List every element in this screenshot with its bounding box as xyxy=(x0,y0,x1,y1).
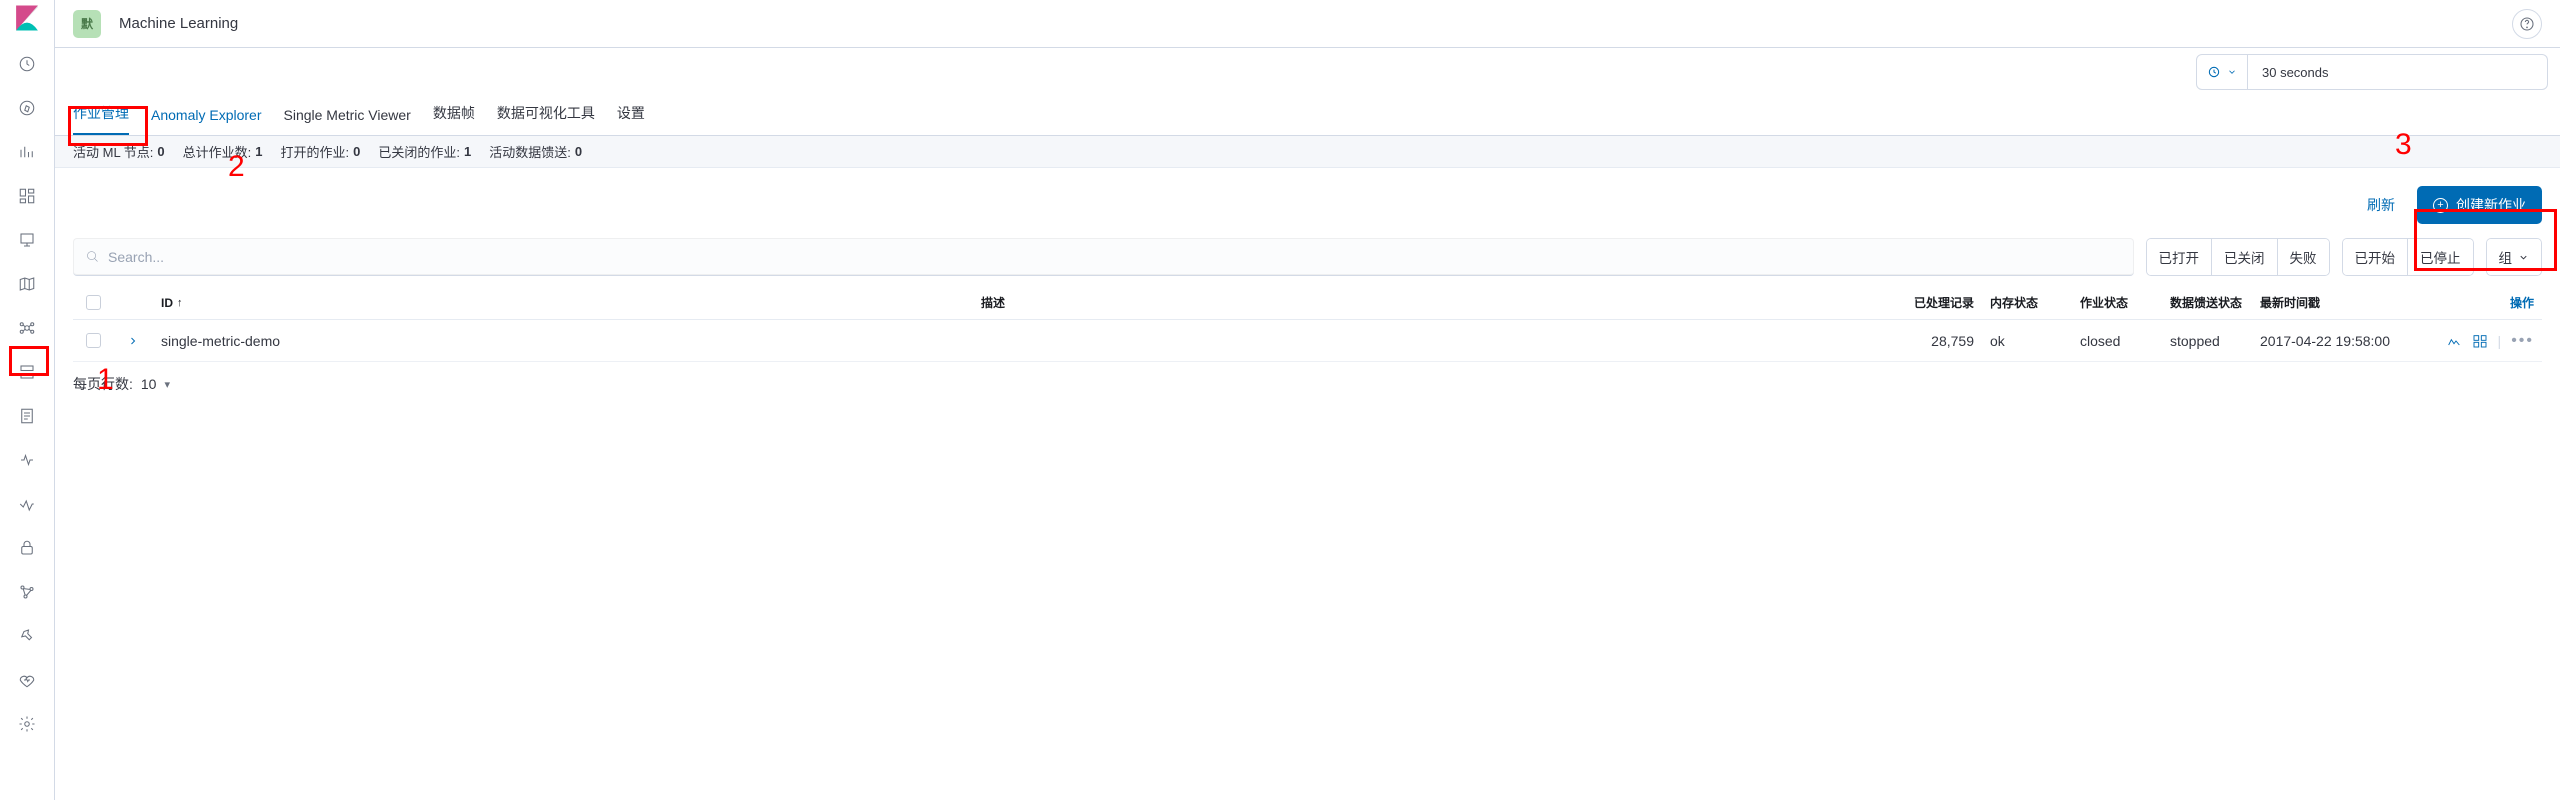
tab-settings[interactable]: 设置 xyxy=(617,103,645,135)
col-ops: 操作 xyxy=(2422,294,2542,311)
chevron-down-icon xyxy=(2518,252,2529,263)
sort-asc-icon: ↑ xyxy=(177,297,183,309)
chevron-down-icon[interactable]: ▾ xyxy=(164,378,170,391)
stat-active-nodes-label: 活动 ML 节点: xyxy=(73,142,153,161)
space-badge[interactable]: 默 xyxy=(73,10,101,38)
refresh-row: 30 seconds xyxy=(55,48,2560,96)
nav-siem-icon[interactable] xyxy=(7,528,47,568)
row-feedstate: stopped xyxy=(2162,333,2252,349)
top-bar: 默 Machine Learning xyxy=(55,0,2560,48)
filter-closed[interactable]: 已关闭 xyxy=(2212,239,2278,275)
filter-opened[interactable]: 已打开 xyxy=(2147,239,2213,275)
help-icon[interactable] xyxy=(2512,9,2542,39)
col-mem[interactable]: 内存状态 xyxy=(1982,294,2072,311)
tab-data-frames[interactable]: 数据帧 xyxy=(433,103,475,135)
stat-open-jobs-label: 打开的作业: xyxy=(281,142,350,161)
nav-dashboard-icon[interactable] xyxy=(7,176,47,216)
kibana-logo[interactable] xyxy=(14,4,40,32)
filter-failed[interactable]: 失败 xyxy=(2278,239,2329,275)
row-more-icon[interactable]: ••• xyxy=(2511,332,2534,350)
filter-group-label: 组 xyxy=(2499,247,2513,267)
nav-maps-icon[interactable] xyxy=(7,264,47,304)
refresh-interval-value[interactable]: 30 seconds xyxy=(2248,54,2548,90)
col-ts[interactable]: 最新时间戳 xyxy=(2252,294,2422,311)
stat-total-jobs-val: 1 xyxy=(255,144,262,159)
view-explorer-icon[interactable] xyxy=(2472,333,2488,349)
group-filter[interactable]: 组 xyxy=(2486,238,2543,276)
plus-circle-icon: + xyxy=(2433,198,2448,213)
refresh-interval-icon[interactable] xyxy=(2196,54,2248,90)
main-panel: 默 Machine Learning 30 seconds 作业管理 Anoma… xyxy=(55,0,2560,800)
create-job-button[interactable]: + 创建新作业 xyxy=(2417,186,2542,224)
row-jobstate: closed xyxy=(2072,333,2162,349)
nav-infrastructure-icon[interactable] xyxy=(7,352,47,392)
table-row: single-metric-demo 28,759 ok closed stop… xyxy=(73,320,2542,362)
nav-recent-icon[interactable] xyxy=(7,44,47,84)
refresh-button[interactable]: 刷新 xyxy=(2357,187,2405,223)
stat-active-feeds-val: 0 xyxy=(575,144,582,159)
row-processed: 28,759 xyxy=(1882,333,1982,349)
nav-discover-icon[interactable] xyxy=(7,88,47,128)
nav-graph-icon[interactable] xyxy=(7,572,47,612)
col-desc[interactable]: 描述 xyxy=(973,294,1882,311)
stat-closed-jobs-val: 1 xyxy=(464,144,471,159)
pager-size[interactable]: 10 xyxy=(141,376,157,392)
nav-uptime-icon[interactable] xyxy=(7,484,47,524)
row-id: single-metric-demo xyxy=(153,333,973,349)
nav-monitoring-icon[interactable] xyxy=(7,660,47,700)
stat-total-jobs-label: 总计作业数: xyxy=(183,142,252,161)
feed-filter-group: 已开始 已停止 xyxy=(2342,238,2474,276)
col-jobstate[interactable]: 作业状态 xyxy=(2072,294,2162,311)
expand-row-icon[interactable] xyxy=(113,335,153,347)
stat-active-feeds-label: 活动数据馈送: xyxy=(489,142,571,161)
tab-data-visualizer[interactable]: 数据可视化工具 xyxy=(497,103,595,135)
tab-job-management[interactable]: 作业管理 xyxy=(73,103,129,135)
nav-apm-icon[interactable] xyxy=(7,440,47,480)
create-job-label: 创建新作业 xyxy=(2456,195,2526,215)
actions-row: 刷新 + 创建新作业 xyxy=(55,168,2560,234)
row-checkbox[interactable] xyxy=(86,333,101,348)
tabs: 作业管理 Anomaly Explorer Single Metric View… xyxy=(55,96,2560,136)
stats-bar: 活动 ML 节点: 0 总计作业数: 1 打开的作业: 0 已关闭的作业: 1 … xyxy=(55,136,2560,168)
table-header: ID↑ 描述 已处理记录 内存状态 作业状态 数据馈送状态 最新时间戳 操作 xyxy=(73,286,2542,320)
stat-active-nodes-val: 0 xyxy=(157,144,164,159)
search-input[interactable] xyxy=(108,249,2122,265)
search-box[interactable] xyxy=(73,238,2134,276)
app-title: Machine Learning xyxy=(119,15,238,32)
row-ts: 2017-04-22 19:58:00 xyxy=(2252,333,2422,349)
nav-logs-icon[interactable] xyxy=(7,396,47,436)
nav-visualize-icon[interactable] xyxy=(7,132,47,172)
nav-canvas-icon[interactable] xyxy=(7,220,47,260)
stat-closed-jobs-label: 已关闭的作业: xyxy=(378,142,460,161)
filter-stopped[interactable]: 已停止 xyxy=(2408,239,2473,275)
pager-label: 每页行数: xyxy=(73,374,133,394)
pager: 每页行数: 10 ▾ xyxy=(55,362,2560,406)
select-all-checkbox[interactable] xyxy=(86,295,101,310)
jobs-table: ID↑ 描述 已处理记录 内存状态 作业状态 数据馈送状态 最新时间戳 操作 s… xyxy=(55,286,2560,362)
tab-anomaly-explorer[interactable]: Anomaly Explorer xyxy=(151,107,262,135)
search-icon xyxy=(85,249,100,264)
stat-open-jobs-val: 0 xyxy=(353,144,360,159)
row-mem: ok xyxy=(1982,333,2072,349)
filter-started[interactable]: 已开始 xyxy=(2343,239,2409,275)
col-processed[interactable]: 已处理记录 xyxy=(1882,294,1982,311)
nav-devtools-icon[interactable] xyxy=(7,616,47,656)
nav-ml-icon[interactable] xyxy=(7,308,47,348)
row-ops: | ••• xyxy=(2422,332,2542,350)
tab-single-metric-viewer[interactable]: Single Metric Viewer xyxy=(284,107,411,135)
col-feedstate[interactable]: 数据馈送状态 xyxy=(2162,294,2252,311)
filter-group-btn[interactable]: 组 xyxy=(2487,239,2542,275)
left-nav xyxy=(0,0,55,800)
state-filter-group: 已打开 已关闭 失败 xyxy=(2146,238,2330,276)
view-smv-icon[interactable] xyxy=(2446,333,2462,349)
nav-management-icon[interactable] xyxy=(7,704,47,744)
col-id[interactable]: ID↑ xyxy=(153,296,973,310)
filter-row: 已打开 已关闭 失败 已开始 已停止 组 xyxy=(55,234,2560,286)
